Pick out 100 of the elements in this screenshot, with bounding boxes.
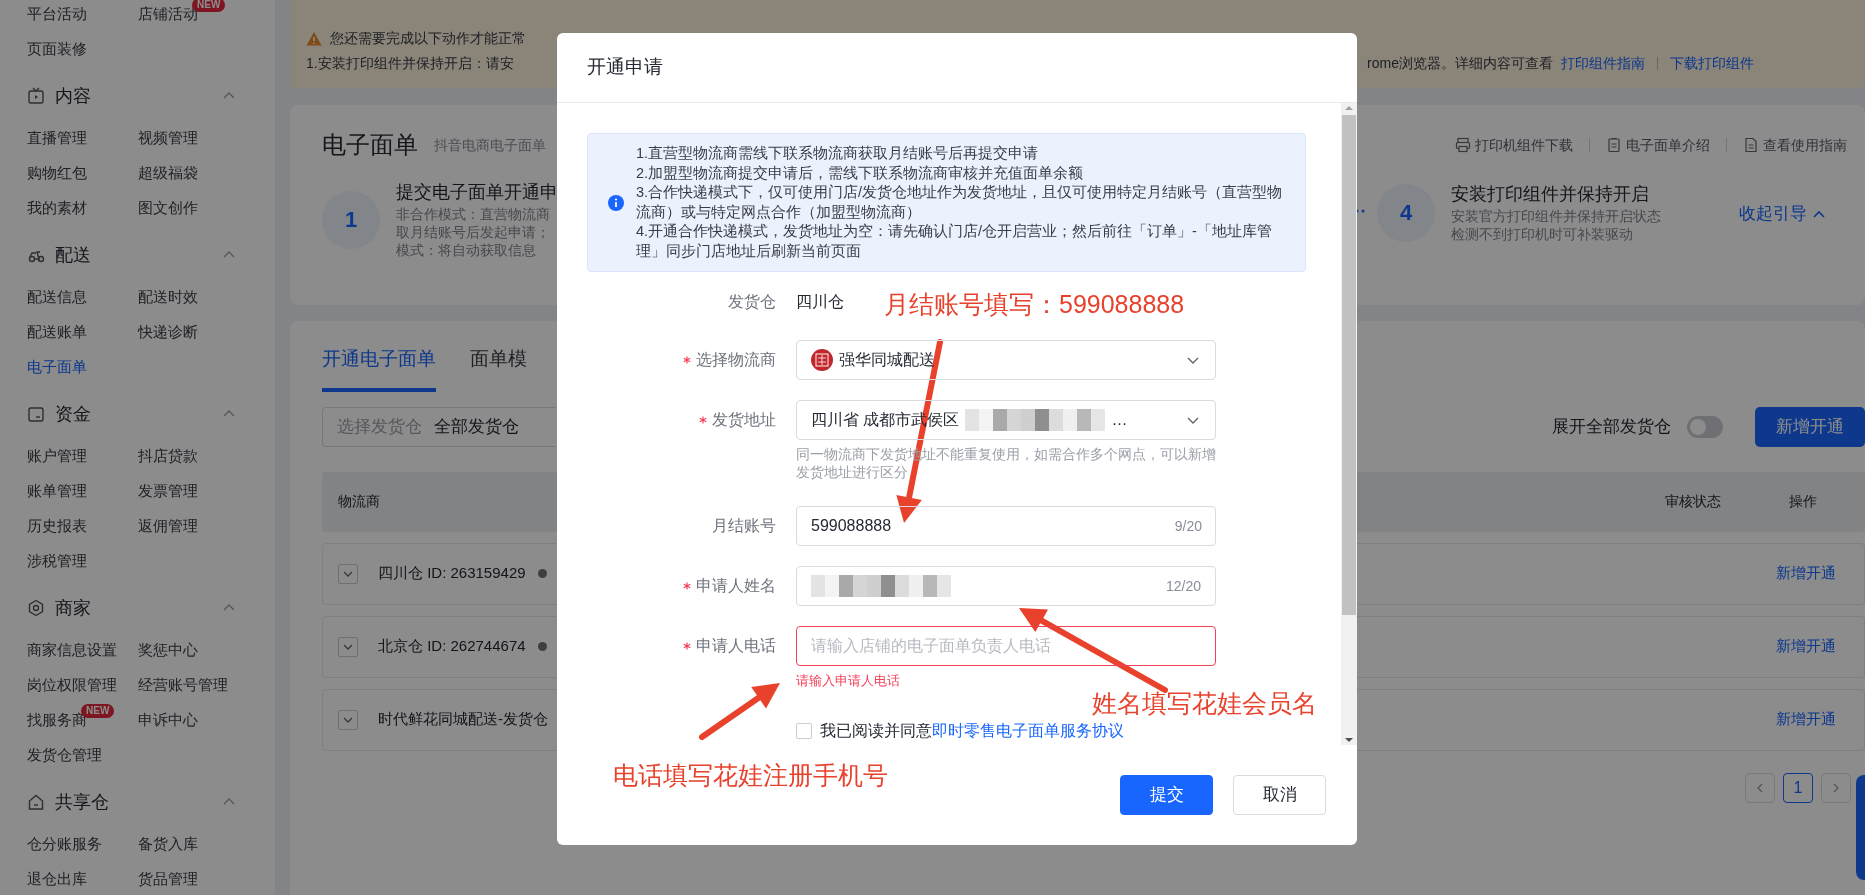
- add-link[interactable]: 新增开通: [1776, 708, 1836, 731]
- tool-link[interactable]: 查看使用指南: [1743, 134, 1847, 156]
- add-link[interactable]: 新增开通: [1776, 562, 1836, 585]
- notice-item: 1.直营型物流商需线下联系物流商获取月结账号后再提交申请: [636, 144, 1040, 163]
- sidebar-item[interactable]: 账单管理: [27, 482, 87, 500]
- section-title[interactable]: 商家: [55, 594, 221, 622]
- expand-button[interactable]: [338, 563, 358, 584]
- sidebar-item[interactable]: 电子面单: [27, 358, 87, 376]
- sidebar-item[interactable]: 账户管理: [27, 447, 87, 465]
- hexagon-icon: [27, 599, 45, 617]
- character-counter: 9/20: [1174, 516, 1202, 536]
- sidebar-item[interactable]: 图文创作: [138, 199, 198, 217]
- sidebar-item[interactable]: 页面装修: [27, 40, 87, 58]
- sidebar-item[interactable]: 退仓出库: [27, 870, 87, 888]
- cancel-button[interactable]: 取消: [1233, 775, 1326, 815]
- printer-icon: [1455, 137, 1471, 153]
- section-title[interactable]: 共享仓: [55, 788, 221, 816]
- field-label: 选择物流商: [696, 350, 776, 370]
- sidebar-item[interactable]: 涉税管理: [27, 552, 87, 570]
- add-button[interactable]: 新增开通: [1755, 406, 1865, 447]
- previous-page-button[interactable]: [1745, 772, 1775, 803]
- sidebar-item[interactable]: 商家信息设置: [27, 641, 117, 659]
- dialog-title: 开通申请: [557, 33, 1357, 103]
- scrollbar[interactable]: [1341, 103, 1357, 745]
- warehouse-name: 四川仓 ID: 263159429: [378, 563, 526, 584]
- toggle-switch[interactable]: [1687, 415, 1723, 438]
- sidebar-item[interactable]: 快递诊断: [138, 323, 198, 341]
- sidebar-item[interactable]: 购物红包: [27, 164, 87, 182]
- sidebar-item[interactable]: 视频管理: [138, 129, 198, 147]
- character-counter: 12/20: [1165, 576, 1201, 596]
- agreement-text: 我已阅读并同意即时零售电子面单服务协议: [820, 720, 1124, 741]
- field-value: 四川仓: [796, 292, 844, 312]
- sidebar-item[interactable]: 配送时效: [138, 288, 198, 306]
- column-header: 审核状态: [1665, 492, 1721, 511]
- sidebar-item[interactable]: 仓分账服务: [27, 835, 102, 853]
- step-description: 取月结账号后发起申请；: [396, 224, 551, 242]
- tool-link[interactable]: 电子面单介绍: [1606, 134, 1710, 156]
- annotation-text: 电话填写花娃注册手机号: [613, 760, 888, 790]
- document-icon: [1743, 137, 1759, 153]
- annotation-text: 姓名填写花娃会员名: [1092, 688, 1317, 718]
- warehouse-filter[interactable]: 选择发货仓 全部发货仓: [322, 406, 556, 447]
- annotation-text: 月结账号填写：599088888: [884, 289, 1185, 319]
- sidebar-item[interactable]: 岗位权限管理: [27, 676, 117, 694]
- notice-link[interactable]: 下载打印组件: [1670, 53, 1754, 74]
- sidebar-item[interactable]: 经营账号管理: [138, 676, 228, 694]
- sidebar-item[interactable]: 配送信息: [27, 288, 87, 306]
- sidebar-item[interactable]: 历史报表: [27, 517, 87, 535]
- warning-icon: [306, 30, 322, 47]
- step-title: 提交电子面单开通申: [396, 181, 558, 204]
- section-title[interactable]: 配送: [55, 241, 221, 269]
- field-label: 申请人姓名: [696, 576, 776, 596]
- field-label: 月结账号: [712, 516, 776, 536]
- sidebar-item[interactable]: 平台活动: [27, 5, 87, 23]
- floating-tab[interactable]: [1856, 775, 1865, 880]
- sidebar-item[interactable]: 发票管理: [138, 482, 198, 500]
- section-title[interactable]: 资金: [55, 400, 221, 428]
- tv-icon: [27, 87, 45, 105]
- agreement-link[interactable]: 即时零售电子面单服务协议: [932, 721, 1124, 739]
- tool-link[interactable]: 打印机组件下载: [1455, 134, 1573, 156]
- column-header: 物流商: [338, 492, 380, 511]
- sidebar-item[interactable]: 发货仓管理: [27, 746, 102, 764]
- warehouse-name: 时代鲜花同城配送-发货仓: [378, 709, 548, 730]
- section-title[interactable]: 内容: [55, 82, 221, 110]
- expand-button[interactable]: [338, 636, 358, 657]
- sidebar-item[interactable]: 抖店贷款: [138, 447, 198, 465]
- field-label: 申请人电话: [696, 636, 776, 656]
- sidebar-item[interactable]: 直播管理: [27, 129, 87, 147]
- step-description: 模式：将自动获取信息: [396, 242, 537, 260]
- sidebar-item[interactable]: 超级福袋: [138, 164, 198, 182]
- error-message: 请输入申请人电话: [796, 672, 901, 690]
- column-header: 操作: [1789, 492, 1817, 511]
- step-description: 检测不到打印机时可补装驱动: [1451, 226, 1634, 244]
- field-label: 发货地址: [712, 410, 776, 430]
- sidebar-item[interactable]: 奖惩中心: [138, 641, 198, 659]
- select-field[interactable]: 强华同城配送: [796, 340, 1216, 380]
- notice-item: 4.开通合作快递模式，发货地址为空：请先确认门店/仓开启营业；然后前往「订单」-「地址库管理」同步门店地址后刷新当前页面: [636, 222, 1273, 261]
- page-title: 电子面单: [322, 130, 418, 160]
- next-page-button[interactable]: [1821, 772, 1851, 803]
- tab[interactable]: 开通电子面单: [322, 335, 436, 392]
- notice-heading: 您还需要完成以下动作才能正常: [330, 29, 526, 48]
- info-icon: [608, 194, 624, 211]
- collapse-link[interactable]: 收起引导: [1739, 201, 1825, 227]
- sidebar-item[interactable]: 我的素材: [27, 199, 87, 217]
- input-field[interactable]: 请输入店铺的电子面单负责人电话: [796, 626, 1216, 666]
- sidebar-item[interactable]: 返佣管理: [138, 517, 198, 535]
- add-link[interactable]: 新增开通: [1776, 635, 1836, 658]
- notice-item: 3.合作快递模式下，仅可使用门店/发货仓地址作为发货地址，且仅可使用特定月结账号（直营型物流商）或与特定网点合作（加盟型物流商）: [636, 183, 1284, 222]
- sidebar-item[interactable]: 备货入库: [138, 835, 198, 853]
- sidebar-item[interactable]: 配送账单: [27, 323, 87, 341]
- expand-button[interactable]: [338, 709, 358, 730]
- agreement-checkbox[interactable]: [796, 722, 812, 739]
- page-subtitle: 抖音电商电子面单: [434, 135, 546, 155]
- field-label: 发货仓: [728, 292, 776, 312]
- tab[interactable]: 面单模: [470, 335, 527, 392]
- notice-link[interactable]: 打印组件指南: [1561, 53, 1645, 74]
- sidebar-item[interactable]: 申诉中心: [138, 711, 198, 729]
- page-button[interactable]: 1: [1783, 772, 1813, 803]
- sidebar-item[interactable]: 货品管理: [138, 870, 198, 888]
- input-field[interactable]: 12/20: [796, 566, 1216, 606]
- submit-button[interactable]: 提交: [1120, 775, 1213, 815]
